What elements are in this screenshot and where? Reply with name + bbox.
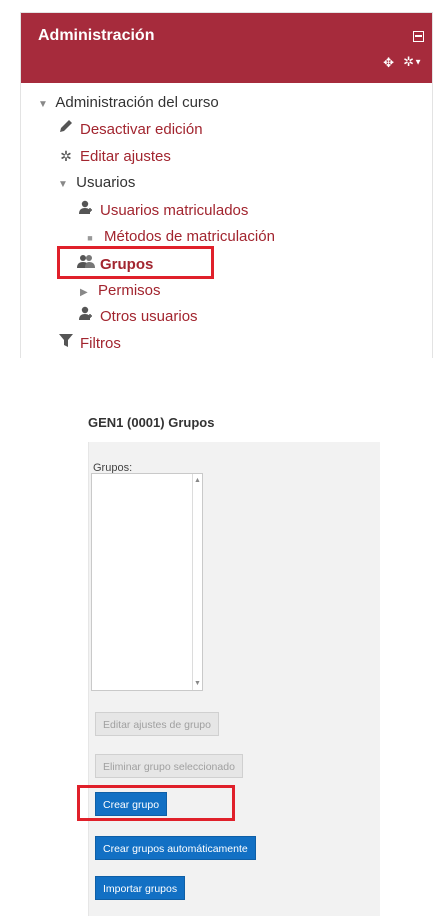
auto-create-groups-button[interactable]: Crear grupos automáticamente — [95, 836, 256, 860]
tree-item-usuarios[interactable]: ▼ Usuarios — [58, 172, 135, 194]
scroll-down-icon[interactable]: ▼ — [193, 680, 202, 687]
tree-item-editar-ajustes[interactable]: ✲ Editar ajustes — [56, 145, 171, 167]
tree-item-usuarios-matriculados[interactable]: Usuarios matriculados — [76, 199, 248, 221]
tree-item-permisos[interactable]: ▶ Permisos — [80, 280, 161, 302]
groups-listbox[interactable]: ▲ ▼ — [91, 473, 203, 691]
groups-panel: Grupos: ▲ ▼ Editar ajustes de grupo Elim… — [88, 442, 380, 916]
listbox-scrollbar[interactable]: ▲ ▼ — [192, 474, 202, 690]
tree-item-label: Desactivar edición — [80, 121, 203, 138]
tree-item-label: Métodos de matriculación — [104, 228, 275, 245]
tree-item-administracion-del-curso[interactable]: ▼ Administración del curso — [38, 92, 219, 114]
triangle-right-icon: ▶ — [80, 287, 88, 298]
delete-selected-group-button[interactable]: Eliminar grupo seleccionado — [95, 754, 243, 778]
import-groups-button[interactable]: Importar grupos — [95, 876, 186, 900]
move-icon[interactable]: ✥ — [383, 56, 394, 70]
triangle-down-icon: ▼ — [38, 99, 48, 110]
highlight-crear-grupo — [77, 785, 235, 821]
administration-header: Administración ✥ ✲▼ — [21, 13, 432, 83]
tree-item-label: Editar ajustes — [80, 148, 171, 165]
tree-item-label: Administración del curso — [55, 94, 219, 111]
scroll-up-icon[interactable]: ▲ — [193, 477, 202, 484]
enrolled-users-icon — [76, 199, 96, 221]
pencil-icon — [56, 118, 76, 140]
gear-icon: ✲ — [403, 54, 415, 69]
caret-down-icon: ▼ — [414, 57, 422, 67]
tree-item-metodos-de-matriculacion[interactable]: ■ Métodos de matriculación — [80, 226, 275, 248]
collapse-icon[interactable] — [413, 31, 424, 42]
tree-item-filtros[interactable]: Filtros — [56, 332, 121, 354]
tree-item-label: Usuarios — [76, 174, 136, 191]
tree-item-label: Otros usuarios — [100, 308, 198, 325]
tree-item-desactivar-edicion[interactable]: Desactivar edición — [56, 118, 203, 140]
other-users-icon — [76, 305, 96, 327]
tree-item-otros-usuarios[interactable]: Otros usuarios — [76, 305, 198, 327]
tree-item-label: Usuarios matriculados — [100, 202, 249, 219]
edit-group-settings-button[interactable]: Editar ajustes de grupo — [95, 712, 219, 736]
filter-icon — [56, 332, 76, 354]
administration-title: Administración — [38, 27, 155, 44]
triangle-down-icon: ▼ — [58, 179, 68, 190]
groups-page-title: GEN1 (0001) Grupos — [88, 415, 215, 430]
gear-icon: ✲ — [60, 148, 72, 164]
block-actions-menu[interactable]: ✲▼ — [403, 55, 422, 70]
tree-item-label: Filtros — [80, 335, 121, 352]
tree-item-label: Permisos — [98, 282, 161, 299]
highlight-grupos — [57, 246, 214, 279]
